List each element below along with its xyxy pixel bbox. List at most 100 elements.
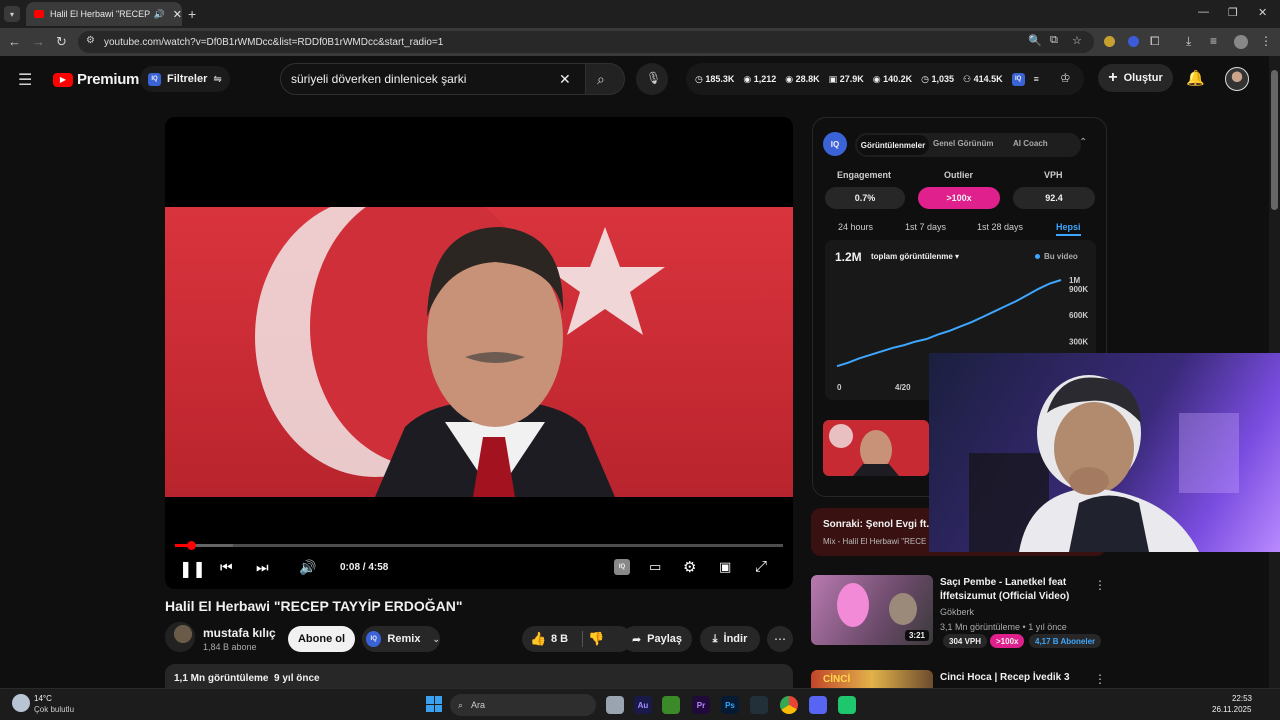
subscribers-badge: 4,17 B Aboneler [1029, 634, 1102, 648]
cast-icon[interactable]: ⧉ [1050, 34, 1058, 47]
more-options-icon[interactable]: ⋮ [1094, 672, 1106, 686]
share-button[interactable]: ➦ Paylaş [622, 626, 692, 652]
list-icon[interactable]: ≡ [1034, 74, 1039, 84]
rec-title[interactable]: Saçı Pembe - Lanetkel feat İffetsizumut … [940, 576, 1090, 604]
chrome-app-icon[interactable] [780, 696, 798, 714]
reload-icon[interactable]: ↻ [56, 34, 67, 50]
download-icon[interactable]: ⤓ [1186, 34, 1191, 49]
progress-track[interactable] [175, 541, 783, 550]
rec-title[interactable]: Cinci Hoca | Recep İvedik 3 [940, 672, 1070, 683]
voice-search-button[interactable]: 🎙 [636, 63, 668, 95]
settings-gear-icon[interactable]: ⚙ [683, 558, 696, 576]
taskbar-search[interactable]: ⌕ Ara [450, 694, 596, 716]
menu-kebab-icon[interactable]: ⋮ [1260, 34, 1272, 48]
notifications-bell-icon[interactable]: 🔔 [1186, 69, 1205, 87]
extension-icon[interactable] [1104, 36, 1115, 47]
rec-channel[interactable]: Gökberk [940, 607, 974, 617]
collapse-chevron-icon[interactable]: ⌃ [1079, 137, 1087, 148]
download-icon: ⤓ [712, 632, 718, 645]
app-icon[interactable] [838, 696, 856, 714]
next-icon[interactable]: ⏭ [256, 559, 269, 576]
more-options-icon[interactable]: ⋮ [1094, 578, 1106, 592]
iq-icon[interactable]: IQ [614, 559, 630, 575]
close-window-icon[interactable]: ✕ [1258, 6, 1267, 19]
tab-search-icon[interactable]: ▾ [4, 6, 20, 22]
zoom-icon[interactable]: 🔍 [1028, 34, 1042, 47]
task-view-icon[interactable] [606, 696, 624, 714]
account-avatar[interactable] [1225, 67, 1249, 91]
clear-search-icon[interactable]: ✕ [559, 71, 571, 88]
forward-icon[interactable]: → [32, 34, 45, 49]
range-24h[interactable]: 24 hours [838, 222, 873, 232]
scrubber-handle[interactable] [187, 541, 197, 550]
channel-avatar[interactable] [165, 622, 195, 652]
profile-avatar[interactable] [1234, 35, 1248, 49]
restore-icon[interactable]: ❐ [1228, 6, 1238, 19]
more-actions-icon[interactable]: ⋯ [767, 626, 793, 652]
create-button[interactable]: + Oluştur [1098, 64, 1173, 92]
rec-thumbnail[interactable]: CİNCİ [811, 670, 933, 688]
audio-icon[interactable]: 🔊 [154, 9, 165, 20]
search-button[interactable]: ⌕ [585, 63, 625, 95]
filters-button[interactable]: IQ Filtreler ⇋ [140, 66, 230, 92]
minimize-icon[interactable]: — [1198, 6, 1209, 18]
extension-icon[interactable] [1128, 36, 1139, 47]
iq-icon: IQ [148, 72, 161, 86]
site-info-icon[interactable]: ⚙ [86, 35, 95, 46]
minecraft-app-icon[interactable] [662, 696, 680, 714]
subscribe-button[interactable]: Abone ol [288, 626, 355, 652]
filters-label: Filtreler [167, 73, 208, 85]
premiere-app-icon[interactable]: Pr [692, 696, 710, 714]
tab-overview[interactable]: Genel Görünüm [933, 139, 993, 148]
close-tab-icon[interactable]: ✕ [173, 8, 182, 21]
discord-app-icon[interactable] [809, 696, 827, 714]
time-display: 0:08 / 4:58 [340, 562, 389, 573]
iq-icon[interactable]: IQ [1011, 72, 1025, 86]
range-28d[interactable]: 1st 28 days [977, 222, 1023, 232]
outlier-value: >100x [918, 187, 1000, 209]
player-controls: ❚❚ ⏮ ⏭ 🔊 0:08 / 4:58 IQ ▭ ⚙ ▣ ⤢ [165, 537, 793, 589]
range-7d[interactable]: 1st 7 days [905, 222, 946, 232]
range-all[interactable]: Hepsi [1056, 222, 1081, 236]
video-thumbnail[interactable] [823, 420, 929, 476]
tab-ai-coach[interactable]: AI Coach [1013, 139, 1048, 148]
weather-icon[interactable] [12, 694, 30, 712]
like-icon[interactable]: 👍 [530, 631, 546, 647]
tab-views[interactable]: Görüntülenmeler [857, 135, 929, 155]
download-button[interactable]: ⤓ İndir [700, 626, 760, 652]
new-tab-icon[interactable]: + [188, 6, 196, 22]
app-icon[interactable] [750, 696, 768, 714]
hamburger-menu-icon[interactable]: ☰ [18, 70, 32, 90]
subtitles-icon[interactable]: ▭ [649, 559, 661, 575]
video-frame[interactable] [165, 207, 793, 497]
channel-name[interactable]: mustafa kılıç [203, 626, 276, 640]
stat-item: ▣ 27.9K [828, 73, 864, 84]
windows-start-icon[interactable] [426, 696, 442, 712]
scrollbar-thumb[interactable] [1271, 70, 1278, 210]
url-field[interactable]: ⚙ youtube.com/watch?v=Df0B1rWMDcc&list=R… [78, 31, 1094, 53]
theater-mode-icon[interactable]: ▣ [719, 559, 731, 575]
dislike-icon[interactable]: 👎 [588, 631, 604, 647]
stat-item: ◷ 1,035 [921, 73, 954, 84]
audition-app-icon[interactable]: Au [634, 696, 652, 714]
volume-icon[interactable]: 🔊 [299, 559, 316, 576]
video-player[interactable]: ❚❚ ⏮ ⏭ 🔊 0:08 / 4:58 IQ ▭ ⚙ ▣ ⤢ [165, 117, 793, 589]
x-tick-label: 4/20 [895, 383, 911, 392]
media-icon[interactable]: ≡ [1210, 34, 1217, 48]
like-count[interactable]: 8 B [551, 633, 568, 645]
extensions-puzzle-icon[interactable]: ⧠ [1150, 34, 1160, 49]
rec-thumbnail[interactable]: 3:21 [811, 575, 933, 645]
pause-icon[interactable]: ❚❚ [179, 559, 206, 579]
clock-date[interactable]: 26.11.2025 [1212, 705, 1251, 714]
youtube-logo[interactable]: ▶ Premium TR [53, 71, 152, 88]
previous-icon[interactable]: ⏮ [220, 559, 233, 576]
browser-tab[interactable]: Halil El Herbawi "RECEP TA... 🔊 ✕ [26, 2, 182, 26]
clock-time[interactable]: 22:53 [1230, 694, 1252, 703]
photoshop-app-icon[interactable]: Ps [721, 696, 739, 714]
trophy-icon[interactable]: ♔ [1060, 71, 1071, 85]
fullscreen-icon[interactable]: ⤢ [755, 558, 767, 575]
search-input[interactable]: süriyeli döverken dinlenicek şarki ✕ [280, 63, 586, 95]
remix-button[interactable]: IQ Remix ⌄ [362, 626, 440, 652]
bookmark-star-icon[interactable]: ☆ [1072, 34, 1082, 47]
back-icon[interactable]: ← [8, 34, 21, 49]
